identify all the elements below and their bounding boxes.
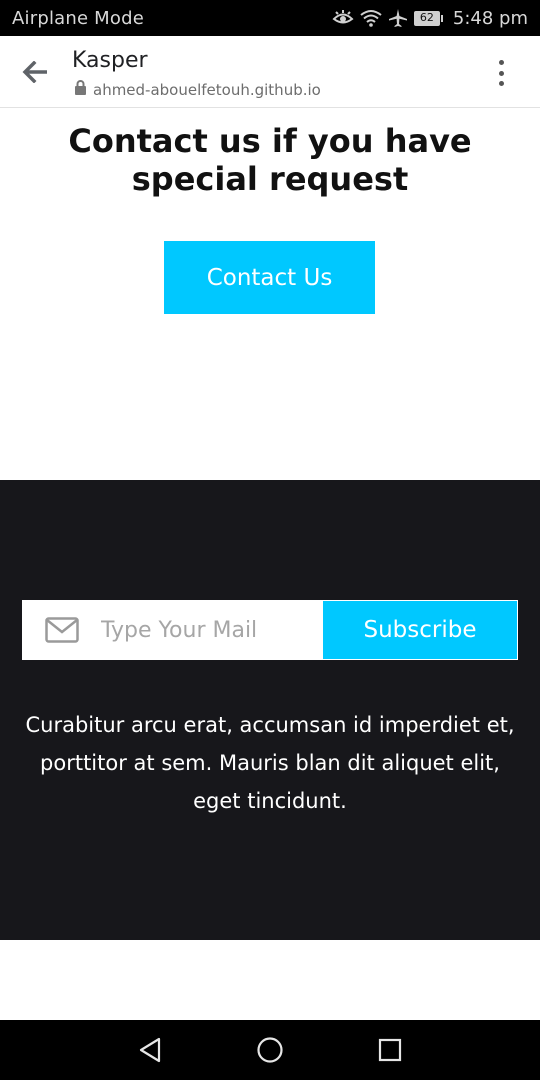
browser-toolbar: Kasper ahmed-abouelfetouh.github.io — [0, 36, 540, 108]
nav-back-icon[interactable] — [132, 1032, 168, 1068]
footer-description: Curabitur arcu erat, accumsan id imperdi… — [25, 713, 515, 813]
contact-section: Contact us if you have special request C… — [0, 108, 540, 480]
url-text: ahmed-abouelfetouh.github.io — [93, 80, 321, 99]
page-bottom-area — [0, 940, 540, 1020]
status-bar: Airplane Mode 62 5:48 pm — [0, 0, 540, 36]
status-time: 5:48 pm — [452, 7, 528, 29]
contact-us-button[interactable]: Contact Us — [164, 241, 375, 314]
airplane-icon — [388, 8, 408, 28]
battery-icon: 62 — [413, 10, 443, 26]
nav-home-icon[interactable] — [252, 1032, 288, 1068]
subscribe-button[interactable]: Subscribe — [323, 601, 517, 659]
navigation-bar — [0, 1020, 540, 1080]
page-title: Kasper — [72, 48, 148, 73]
wifi-icon — [360, 9, 382, 27]
more-vert-icon[interactable] — [490, 58, 512, 88]
status-airplane-mode-text: Airplane Mode — [12, 7, 145, 29]
envelope-icon — [45, 617, 79, 643]
eye-comfort-icon — [332, 10, 354, 26]
url-bar[interactable]: ahmed-abouelfetouh.github.io — [74, 80, 321, 99]
footer: Subscribe Curabitur arcu erat, accumsan … — [0, 480, 540, 940]
contact-heading: Contact us if you have special request — [68, 122, 472, 198]
nav-recents-icon[interactable] — [372, 1032, 408, 1068]
battery-level: 62 — [413, 10, 440, 26]
lock-icon — [74, 80, 87, 99]
mail-field-wrapper — [23, 601, 323, 659]
status-icons: 62 5:48 pm — [332, 8, 528, 29]
back-arrow-icon[interactable] — [20, 58, 50, 86]
email-input[interactable] — [101, 617, 321, 643]
subscribe-form: Subscribe — [22, 600, 518, 660]
